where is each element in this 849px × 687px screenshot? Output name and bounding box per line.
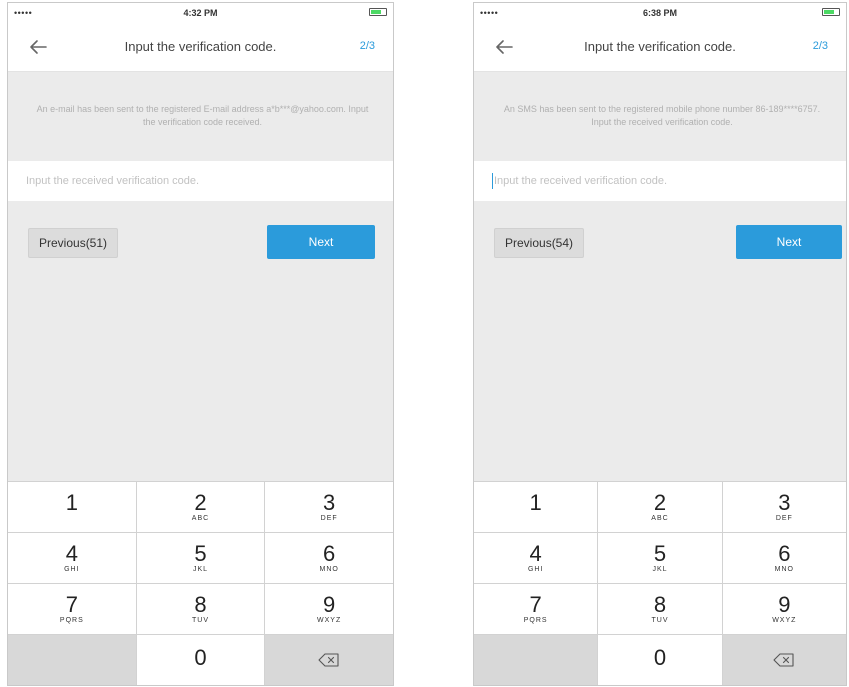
key-blank: [8, 635, 136, 685]
key-1[interactable]: 1: [8, 482, 136, 532]
key-1[interactable]: 1: [474, 482, 598, 532]
key-9[interactable]: 9 WXYZ: [265, 584, 393, 634]
numeric-keypad: 1 2 ABC 3 DEF 4 GHI 5 JKL 6 MNO 7 PQRS 8 TUV 9W…: [474, 481, 846, 685]
status-icons: [822, 8, 840, 16]
key-0[interactable]: 0: [136, 635, 265, 685]
key-4[interactable]: 4 GHI: [474, 533, 598, 583]
status-bar: ••••• 4:32 PM: [8, 3, 393, 23]
backspace-icon: [318, 653, 339, 667]
key-8[interactable]: 8 TUV: [598, 584, 722, 634]
key-5[interactable]: 5 JKL: [136, 533, 265, 583]
status-bar: ••••• 6:38 PM: [474, 3, 846, 23]
numeric-keypad: 1 2 ABC 3 DEF 4 GHI 5 JKL 6 MNO 7 PQRS 8 TUV 9W…: [8, 481, 393, 685]
key-3[interactable]: 3 DEF: [722, 482, 846, 532]
previous-button[interactable]: Previous(51): [28, 228, 119, 258]
step-indicator: 2/3: [812, 40, 828, 52]
phone-screen-sms: ••••• 6:38 PM Input the verification cod…: [473, 2, 847, 686]
step-indicator: 2/3: [359, 40, 375, 52]
status-time: 4:32 PM: [183, 8, 218, 18]
key-5[interactable]: 5 JKL: [598, 533, 722, 583]
key-9[interactable]: 9 WXYZ: [722, 584, 846, 634]
key-7[interactable]: 7 PQRS: [8, 584, 136, 634]
next-button[interactable]: Next: [736, 225, 842, 259]
text-caret: [492, 173, 493, 189]
key-0[interactable]: 0: [598, 635, 722, 685]
previous-button[interactable]: Previous(54): [494, 228, 585, 258]
status-icons: [369, 8, 387, 16]
key-delete[interactable]: [722, 635, 846, 685]
key-2[interactable]: 2 ABC: [598, 482, 722, 532]
status-time: 6:38 PM: [642, 8, 677, 18]
verification-code-input[interactable]: [8, 161, 393, 201]
key-4[interactable]: 4 GHI: [8, 533, 136, 583]
page-title: Input the verification code.: [584, 39, 736, 54]
key-6[interactable]: 6 MNO: [265, 533, 393, 583]
verification-code-input[interactable]: [474, 161, 846, 201]
next-button[interactable]: Next: [267, 225, 375, 259]
key-delete[interactable]: [265, 635, 393, 685]
battery-icon: [369, 8, 387, 16]
key-8[interactable]: 8 TUV: [136, 584, 265, 634]
battery-icon: [822, 8, 840, 16]
page-title: Input the verification code.: [124, 39, 277, 54]
info-message: An SMS has been sent to the registered m…: [503, 104, 821, 127]
backspace-icon: [773, 653, 794, 667]
key-2[interactable]: 2 ABC: [136, 482, 265, 532]
info-message: An e-mail has been sent to the registere…: [36, 104, 369, 127]
nav-bar: Input the verification code. 2/3: [8, 23, 393, 72]
key-7[interactable]: 7 PQRS: [474, 584, 598, 634]
nav-bar: Input the verification code. 2/3: [474, 23, 846, 72]
phone-screen-email: ••••• 4:32 PM Input the verification cod…: [7, 2, 394, 686]
key-6[interactable]: 6 MNO: [722, 533, 846, 583]
key-3[interactable]: 3 DEF: [265, 482, 393, 532]
key-blank: [474, 635, 598, 685]
